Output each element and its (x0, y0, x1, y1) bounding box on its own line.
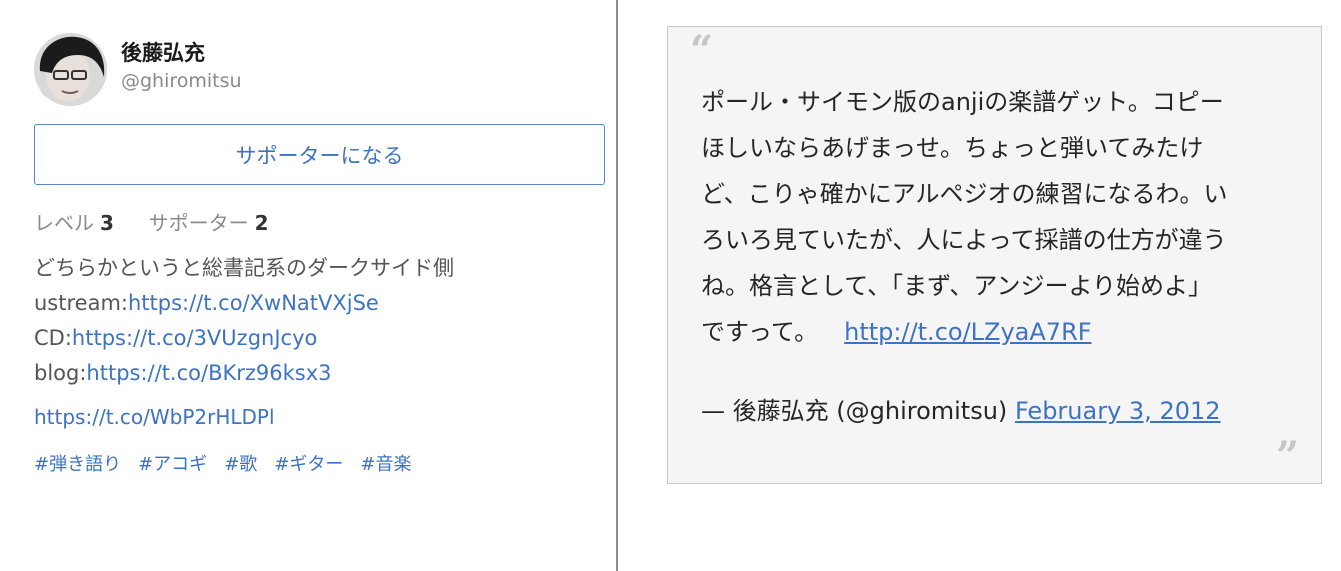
level-label: レベル (34, 211, 94, 235)
profile-card: 後藤弘充 @ghiromitsu サポーターになる レベル 3 サポーター 2 どち… (0, 0, 616, 571)
embedded-tweet: “ ポール・サイモン版のanjiの楽譜ゲット。コピー ほしいならあげまっせ。ちょ… (667, 26, 1322, 484)
tweet-text: ポール・サイモン版のanjiの楽譜ゲット。コピー ほしいならあげまっせ。ちょっと… (701, 79, 1301, 355)
bio-link-label: blog: (34, 361, 87, 385)
blog-link[interactable]: https://t.co/BKrz96ksx3 (86, 361, 331, 385)
cd-link[interactable]: https://t.co/3VUzgnJcyo (72, 326, 317, 350)
tweet-line: ろいろ見ていたが、人によって採譜の仕方が違う (701, 226, 1227, 254)
tweet-line: ですって。 (701, 318, 819, 346)
profile-tags: #弾き語り #アコギ #歌 #ギター #音楽 (34, 450, 428, 476)
level-value: 3 (100, 211, 114, 235)
tweet-author: — 後藤弘充 (@ghiromitsu) (701, 397, 1008, 425)
tweet-attribution: — 後藤弘充 (@ghiromitsu) February 3, 2012 (701, 391, 1221, 426)
supporters-value: 2 (254, 211, 269, 235)
avatar[interactable] (34, 33, 107, 106)
open-quote-icon: “ (690, 27, 714, 74)
close-quote-icon: ” (1275, 433, 1299, 480)
tag-link[interactable]: #弾き語り (34, 454, 121, 475)
tweet-line: ね。格言として、「まず、アンジーより始めよ」 (701, 272, 1212, 300)
profile-handle[interactable]: @ghiromitsu (121, 70, 242, 92)
tweet-date-link[interactable]: February 3, 2012 (1015, 397, 1221, 425)
supporters-label: サポーター (148, 211, 249, 235)
tag-link[interactable]: #歌 (224, 454, 257, 475)
ustream-link[interactable]: https://t.co/XwNatVXjSe (128, 291, 379, 315)
profile-website-link[interactable]: https://t.co/WbP2rHLDPl (34, 405, 275, 429)
avatar-image (34, 33, 107, 106)
profile-name[interactable]: 後藤弘充 (121, 37, 205, 67)
panel-divider (616, 0, 618, 571)
profile-stats: レベル 3 サポーター 2 (34, 207, 269, 236)
tag-link[interactable]: #ギター (274, 454, 343, 475)
bio-link-label: ustream: (34, 291, 128, 315)
tag-link[interactable]: #音楽 (360, 454, 411, 475)
become-supporter-button[interactable]: サポーターになる (34, 124, 605, 185)
tweet-line: ポール・サイモン版のanjiの楽譜ゲット。コピー (701, 88, 1224, 116)
bio-link-label: CD: (34, 326, 72, 350)
tweet-last-line: ですって。 http://t.co/LZyaA7RF (701, 309, 1301, 355)
tag-link[interactable]: #アコギ (138, 454, 207, 475)
tweet-link[interactable]: http://t.co/LZyaA7RF (844, 318, 1091, 346)
bio-line: どちらかというと総書記系のダークサイド側 (34, 256, 454, 280)
profile-bio: どちらかというと総書記系のダークサイド側 ustream:https://t.c… (34, 251, 454, 391)
tweet-line: ど、こりゃ確かにアルペジオの練習になるわ。い (701, 180, 1228, 208)
tweet-line: ほしいならあげまっせ。ちょっと弾いてみたけ (701, 134, 1204, 162)
